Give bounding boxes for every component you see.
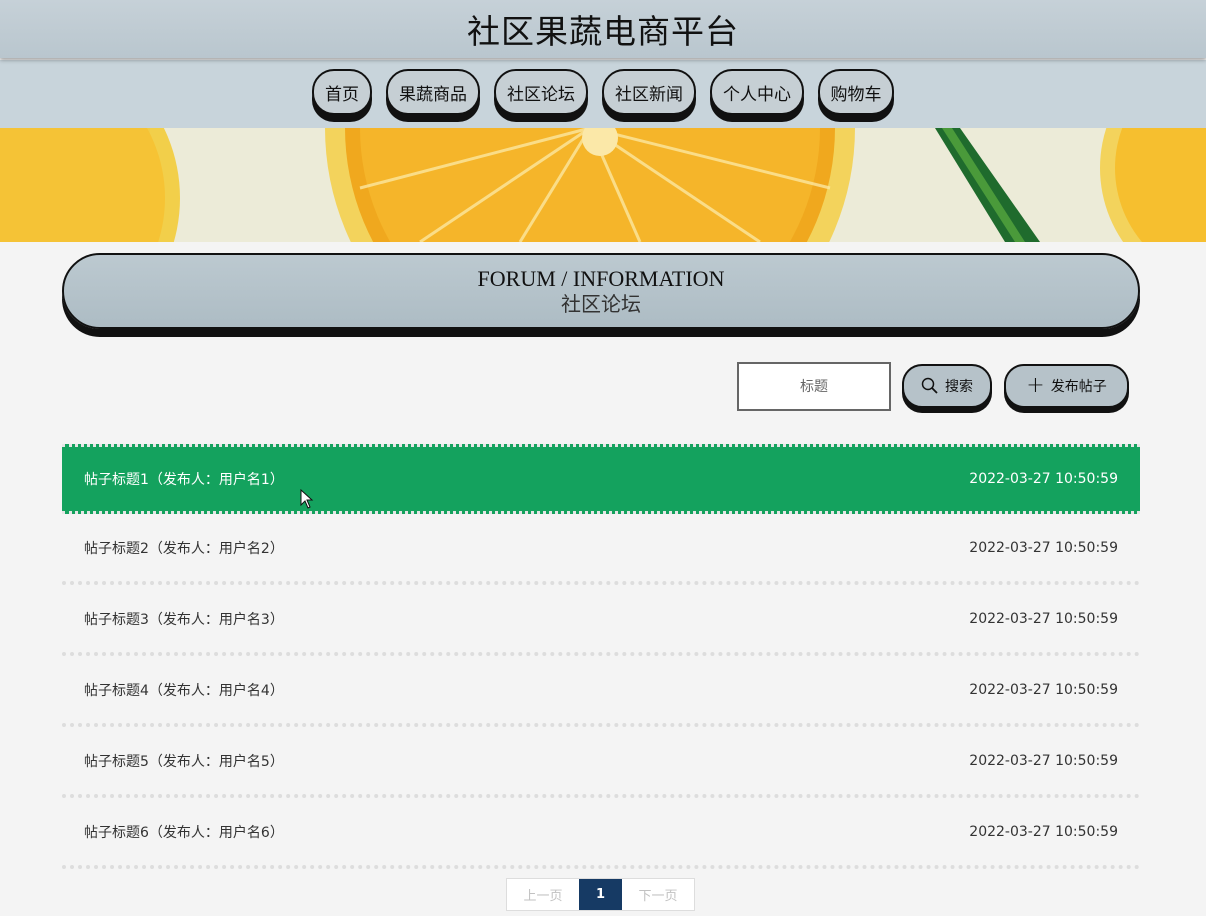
site-title: 社区果蔬电商平台 bbox=[467, 12, 739, 51]
nav-home[interactable]: 首页 bbox=[312, 69, 372, 115]
post-row[interactable]: 帖子标题4（发布人：用户名4） 2022-03-27 10:50:59 bbox=[62, 656, 1140, 727]
forum-title-en: FORUM / INFORMATION bbox=[477, 266, 725, 291]
plus-icon: + bbox=[1026, 373, 1045, 398]
next-page-button[interactable]: 下一页 bbox=[622, 879, 694, 910]
post-time: 2022-03-27 10:50:59 bbox=[969, 539, 1118, 556]
post-time: 2022-03-27 10:50:59 bbox=[969, 823, 1118, 840]
main-nav: 首页 果蔬商品 社区论坛 社区新闻 个人中心 购物车 bbox=[0, 60, 1206, 128]
site-header: 社区果蔬电商平台 bbox=[0, 0, 1206, 58]
post-title: 帖子标题3（发布人：用户名3） bbox=[84, 611, 284, 628]
nav-cart[interactable]: 购物车 bbox=[818, 69, 894, 115]
title-search-input[interactable] bbox=[737, 362, 891, 411]
post-row[interactable]: 帖子标题6（发布人：用户名6） 2022-03-27 10:50:59 bbox=[62, 798, 1140, 869]
post-row[interactable]: 帖子标题2（发布人：用户名2） 2022-03-27 10:50:59 bbox=[62, 514, 1140, 585]
pagination: 上一页 1 下一页 bbox=[506, 878, 695, 911]
forum-heading: FORUM / INFORMATION 社区论坛 bbox=[62, 253, 1140, 329]
page-number-current[interactable]: 1 bbox=[579, 879, 622, 910]
search-button[interactable]: 搜索 bbox=[902, 364, 992, 408]
banner-image bbox=[0, 128, 1206, 242]
post-row[interactable]: 帖子标题1（发布人：用户名1） 2022-03-27 10:50:59 bbox=[62, 444, 1140, 514]
post-time: 2022-03-27 10:50:59 bbox=[969, 471, 1118, 487]
nav-news[interactable]: 社区新闻 bbox=[602, 69, 696, 115]
create-post-label: 发布帖子 bbox=[1050, 379, 1107, 395]
post-time: 2022-03-27 10:50:59 bbox=[969, 752, 1118, 769]
post-time: 2022-03-27 10:50:59 bbox=[969, 681, 1118, 698]
mouse-cursor-icon bbox=[300, 489, 314, 509]
forum-title-zh: 社区论坛 bbox=[561, 294, 641, 316]
nav-products[interactable]: 果蔬商品 bbox=[386, 69, 480, 115]
create-post-button[interactable]: + 发布帖子 bbox=[1004, 364, 1129, 408]
post-title: 帖子标题2（发布人：用户名2） bbox=[84, 540, 284, 557]
prev-page-button[interactable]: 上一页 bbox=[507, 879, 579, 910]
nav-user-center[interactable]: 个人中心 bbox=[710, 69, 804, 115]
post-title: 帖子标题5（发布人：用户名5） bbox=[84, 753, 284, 770]
orange-slices-illustration bbox=[0, 128, 1206, 242]
post-title: 帖子标题1（发布人：用户名1） bbox=[84, 472, 284, 488]
post-title: 帖子标题6（发布人：用户名6） bbox=[84, 824, 284, 841]
post-time: 2022-03-27 10:50:59 bbox=[969, 610, 1118, 627]
search-button-label: 搜索 bbox=[945, 379, 973, 395]
post-row[interactable]: 帖子标题3（发布人：用户名3） 2022-03-27 10:50:59 bbox=[62, 585, 1140, 656]
nav-forum[interactable]: 社区论坛 bbox=[494, 69, 588, 115]
post-row[interactable]: 帖子标题5（发布人：用户名5） 2022-03-27 10:50:59 bbox=[62, 727, 1140, 798]
search-icon bbox=[921, 377, 938, 394]
post-list: 帖子标题1（发布人：用户名1） 2022-03-27 10:50:59 帖子标题… bbox=[62, 444, 1140, 869]
post-title: 帖子标题4（发布人：用户名4） bbox=[84, 682, 284, 699]
